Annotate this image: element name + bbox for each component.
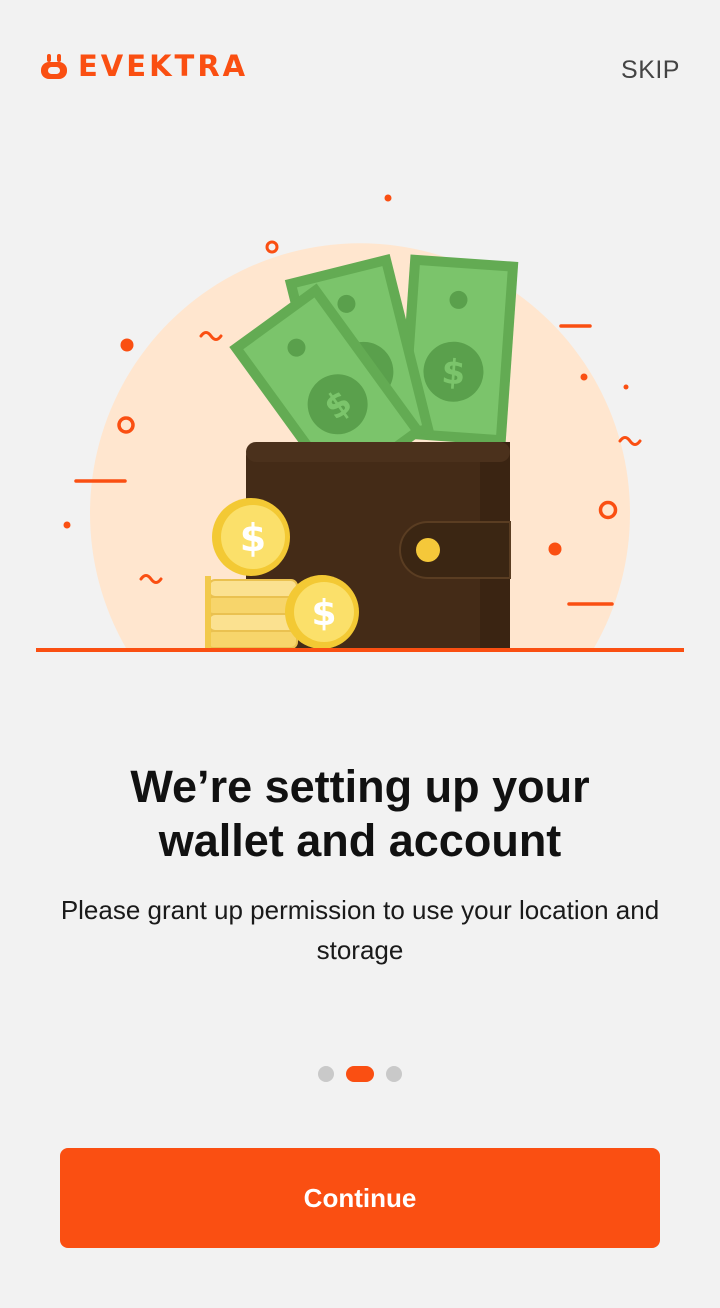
app-logo: EVEKTRA: [40, 52, 248, 81]
skip-button[interactable]: SKIP: [621, 56, 680, 85]
plug-icon: [41, 53, 67, 79]
onboarding-subtitle: Please grant up permission to use your l…: [60, 895, 660, 965]
coin-stack: [205, 576, 298, 649]
ground-line: [36, 648, 684, 652]
page-dot-3: [386, 1066, 402, 1082]
dollar-coin-right: $: [285, 575, 359, 649]
continue-button-label: Continue: [303, 1182, 417, 1213]
top-bar: EVEKTRA SKIP: [40, 48, 680, 92]
svg-text:$: $: [440, 352, 466, 394]
logo-text: EVEKTRA: [78, 49, 249, 83]
page-dot-1: [318, 1066, 334, 1082]
onboarding-screen: EVEKTRA SKIP $ $ $ $ We’re setting up yo…: [0, 0, 720, 1308]
svg-text:$: $: [311, 593, 336, 634]
continue-button[interactable]: Continue: [60, 1148, 660, 1248]
dollar-coin-top: $: [212, 498, 290, 576]
page-indicator: [0, 1066, 720, 1082]
onboarding-title: We’re setting up your wallet and account: [130, 761, 590, 866]
wallet-illustration: $ $ $ $: [36, 194, 684, 652]
svg-text:$: $: [240, 516, 266, 560]
page-dot-2-active: [346, 1066, 374, 1082]
